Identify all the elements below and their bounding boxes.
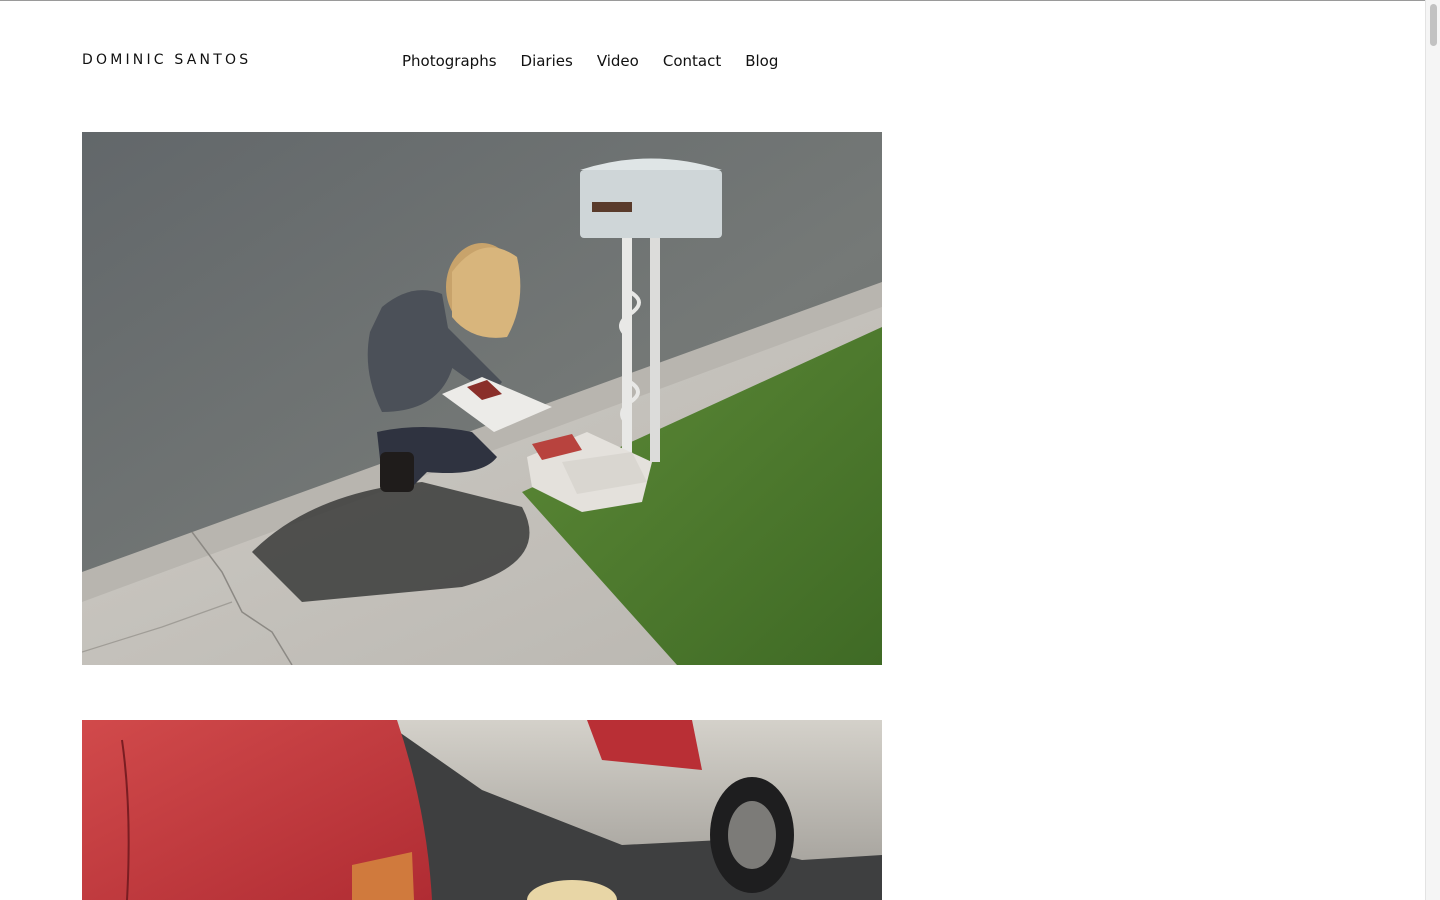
vertical-scrollbar[interactable] — [1425, 0, 1440, 900]
main-nav: Photographs Diaries Video Contact Blog — [402, 52, 778, 70]
nav-item-diaries[interactable]: Diaries — [521, 52, 573, 70]
nav-item-photographs[interactable]: Photographs — [402, 52, 497, 70]
window-top-border — [0, 0, 1440, 1]
photo-woman-reading-mail-image — [82, 132, 882, 665]
site-title[interactable]: DOMINIC SANTOS — [82, 52, 251, 68]
scrollbar-thumb[interactable] — [1430, 4, 1437, 46]
photo-woman-reading-mail[interactable] — [82, 132, 882, 665]
photo-cars[interactable] — [82, 720, 882, 900]
nav-item-video[interactable]: Video — [597, 52, 639, 70]
nav-item-contact[interactable]: Contact — [663, 52, 721, 70]
nav-item-blog[interactable]: Blog — [745, 52, 778, 70]
photo-cars-image — [82, 720, 882, 900]
